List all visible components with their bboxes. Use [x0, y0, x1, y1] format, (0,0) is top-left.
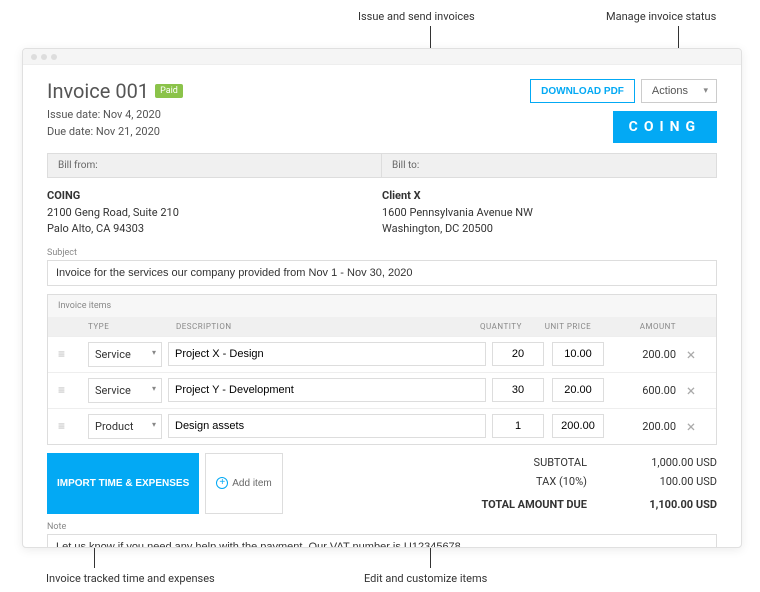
- col-qty: QUANTITY: [470, 322, 532, 331]
- bill-to-address: Client X 1600 Pennsylvania Avenue NW Was…: [382, 188, 717, 238]
- subject-input[interactable]: [47, 260, 717, 286]
- drag-handle-icon[interactable]: ≡: [58, 347, 88, 361]
- invoice-title: Invoice 001: [47, 79, 149, 103]
- total-due-label: TOTAL AMOUNT DUE: [481, 498, 587, 511]
- description-input[interactable]: [168, 414, 486, 438]
- delete-row-icon[interactable]: ×: [676, 381, 706, 400]
- quantity-input[interactable]: [492, 414, 544, 438]
- bill-to-line2: Washington, DC 20500: [382, 221, 717, 238]
- subject-label: Subject: [47, 248, 717, 258]
- bill-from-line2: Palo Alto, CA 94303: [47, 221, 382, 238]
- item-row: ≡ Product 200.00 ×: [48, 408, 716, 444]
- bill-to-name: Client X: [382, 188, 717, 205]
- subtotal-label: SUBTOTAL: [534, 456, 587, 469]
- tax-value: 100.00 USD: [617, 475, 717, 488]
- bill-from-label: Bill from:: [48, 154, 382, 177]
- window-dot: [41, 54, 47, 60]
- type-select[interactable]: Service: [88, 342, 162, 367]
- import-time-expenses-button[interactable]: IMPORT TIME & EXPENSES: [47, 453, 199, 514]
- description-input[interactable]: [168, 378, 486, 402]
- delete-row-icon[interactable]: ×: [676, 345, 706, 364]
- amount-cell: 200.00: [604, 420, 676, 433]
- drag-handle-icon[interactable]: ≡: [58, 383, 88, 397]
- add-item-label: Add item: [232, 478, 271, 489]
- item-row: ≡ Service 200.00 ×: [48, 336, 716, 372]
- due-date: Due date: Nov 21, 2020: [47, 124, 183, 141]
- app-window: Invoice 001 Paid Issue date: Nov 4, 2020…: [22, 48, 742, 548]
- annotation-issue-send: Issue and send invoices: [358, 10, 475, 23]
- tax-label: TAX (10%): [536, 475, 587, 488]
- type-select[interactable]: Service: [88, 378, 162, 403]
- quantity-input[interactable]: [492, 342, 544, 366]
- bill-from-address: COING 2100 Geng Road, Suite 210 Palo Alt…: [47, 188, 382, 238]
- actions-dropdown[interactable]: Actions: [641, 79, 717, 103]
- note-input[interactable]: [47, 534, 717, 549]
- window-dot: [31, 54, 37, 60]
- window-dot: [51, 54, 57, 60]
- issue-date: Issue date: Nov 4, 2020: [47, 107, 183, 124]
- unit-price-input[interactable]: [552, 414, 604, 438]
- col-type: TYPE: [88, 322, 170, 331]
- annotation-manage-status: Manage invoice status: [606, 10, 716, 23]
- total-due-value: 1,100.00 USD: [617, 498, 717, 511]
- unit-price-input[interactable]: [552, 342, 604, 366]
- status-badge: Paid: [155, 84, 183, 98]
- invoice-items-section: Invoice items TYPE DESCRIPTION QUANTITY …: [47, 294, 717, 445]
- description-input[interactable]: [168, 342, 486, 366]
- type-select[interactable]: Product: [88, 414, 162, 439]
- window-titlebar: [23, 49, 741, 65]
- bill-to-label: Bill to:: [382, 154, 716, 177]
- col-amount: AMOUNT: [604, 322, 676, 331]
- annotation-tracked-time: Invoice tracked time and expenses: [46, 572, 215, 585]
- item-row: ≡ Service 600.00 ×: [48, 372, 716, 408]
- annotation-edit-items: Edit and customize items: [364, 572, 487, 585]
- items-header: TYPE DESCRIPTION QUANTITY UNIT PRICE AMO…: [48, 317, 716, 336]
- download-pdf-button[interactable]: DOWNLOAD PDF: [530, 79, 635, 103]
- totals-section: SUBTOTAL 1,000.00 USD TAX (10%) 100.00 USD…: [481, 453, 717, 514]
- unit-price-input[interactable]: [552, 378, 604, 402]
- delete-row-icon[interactable]: ×: [676, 417, 706, 436]
- bill-from-name: COING: [47, 188, 382, 205]
- col-price: UNIT PRICE: [532, 322, 604, 331]
- brand-logo: COING: [613, 111, 717, 143]
- items-label: Invoice items: [48, 295, 716, 317]
- subtotal-value: 1,000.00 USD: [617, 456, 717, 469]
- amount-cell: 200.00: [604, 348, 676, 361]
- amount-cell: 600.00: [604, 384, 676, 397]
- bill-from-line1: 2100 Geng Road, Suite 210: [47, 205, 382, 222]
- col-desc: DESCRIPTION: [170, 322, 470, 331]
- bill-bar: Bill from: Bill to:: [47, 153, 717, 178]
- note-label: Note: [47, 522, 717, 532]
- bill-to-line1: 1600 Pennsylvania Avenue NW: [382, 205, 717, 222]
- drag-handle-icon[interactable]: ≡: [58, 419, 88, 433]
- plus-icon: +: [216, 477, 228, 489]
- quantity-input[interactable]: [492, 378, 544, 402]
- add-item-button[interactable]: + Add item: [205, 453, 282, 514]
